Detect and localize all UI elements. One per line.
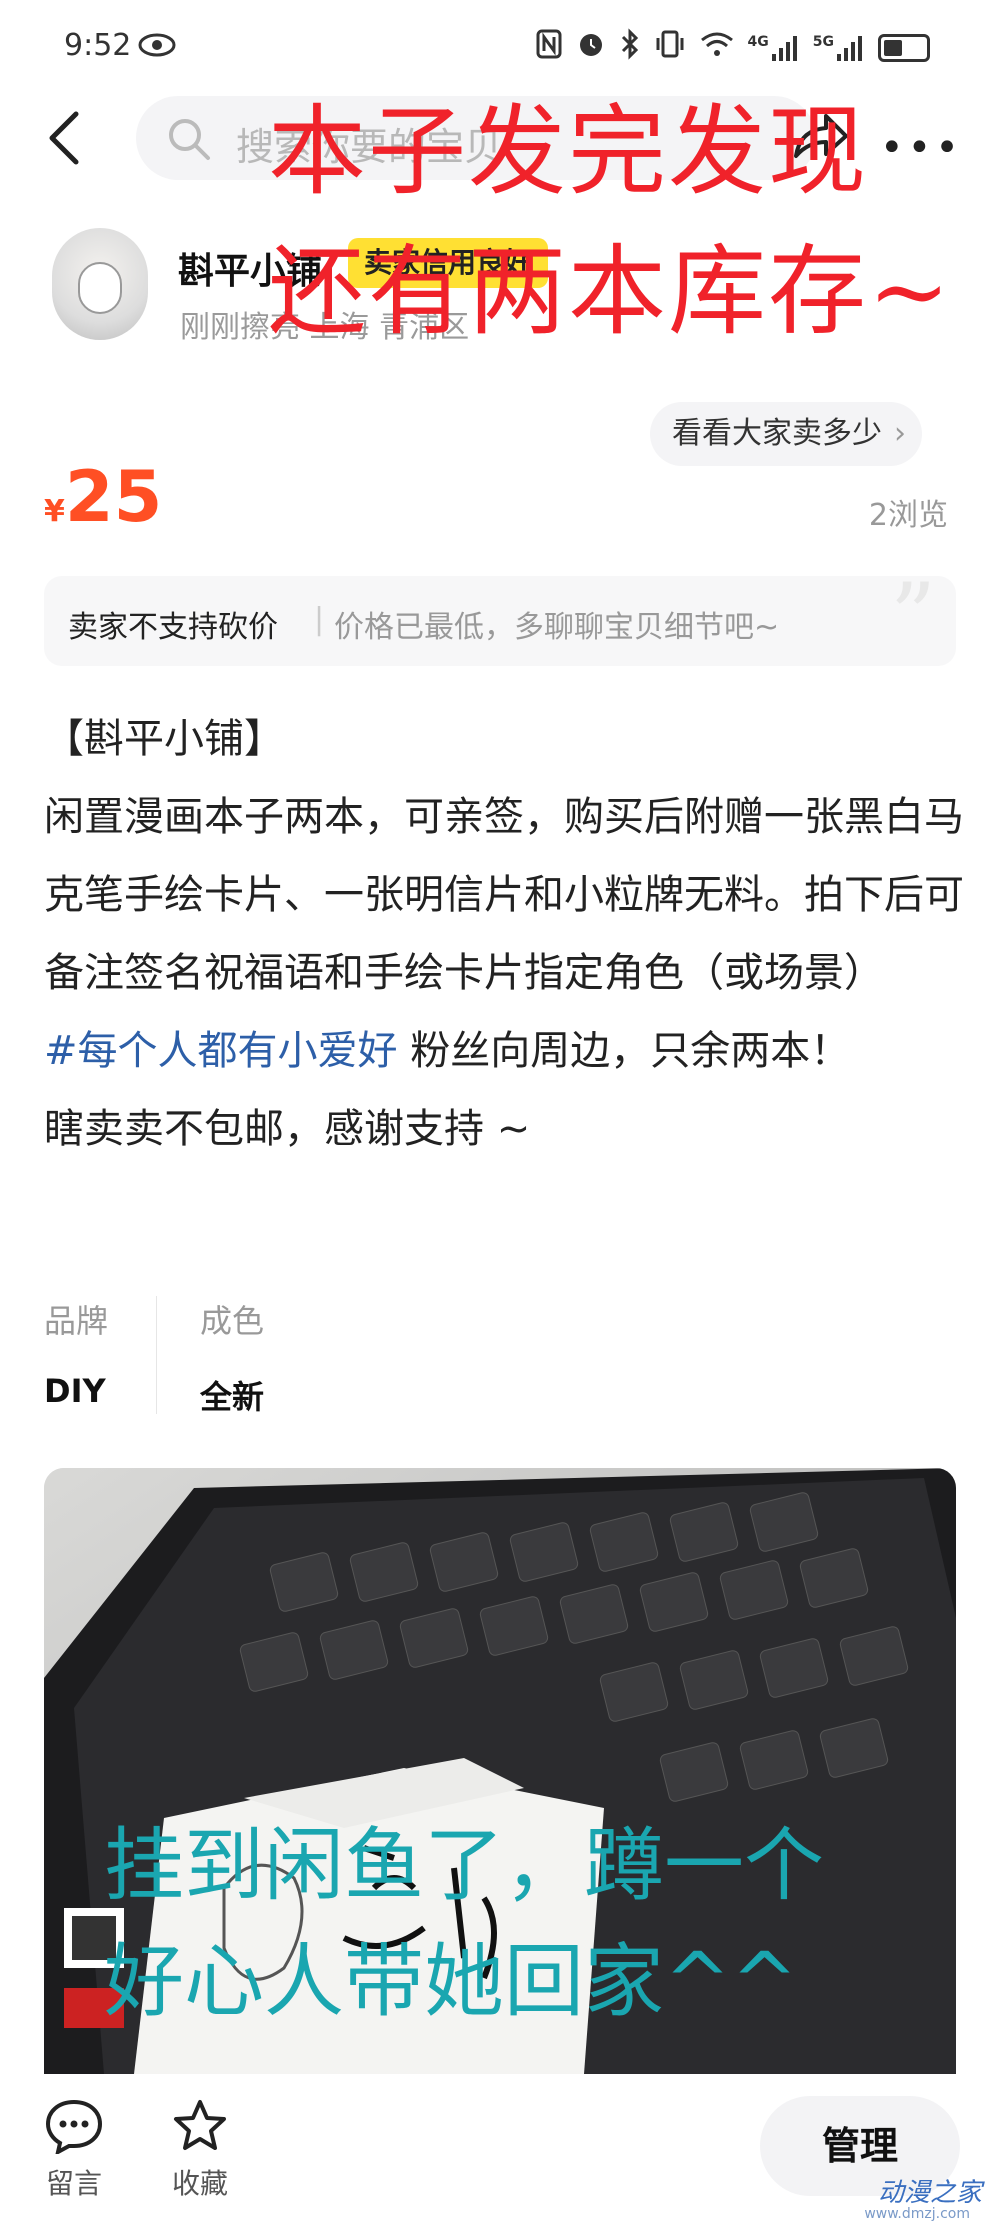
spec-brand-label: 品牌 xyxy=(44,1302,109,1340)
bottom-action-bar: 留言 收藏 管理 动漫之家 www.dmzj.com xyxy=(0,2074,1000,2222)
signal-4g-icon: 4G xyxy=(748,34,799,62)
description-title: 【斟平小铺】 xyxy=(44,716,284,762)
bargain-notice: 卖家不支持砍价 | 价格已最低，多聊聊宝贝细节吧~ ” xyxy=(44,564,956,669)
star-icon xyxy=(174,2100,226,2150)
search-input[interactable]: 搜索你要的宝贝 xyxy=(136,96,816,180)
description-body: 闲置漫画本子两本，可亲签，购买后附赠一张黑白马克笔手绘卡片、一张明信片和小粒牌无… xyxy=(44,794,964,996)
spec-condition-value: 全新 xyxy=(200,1378,265,1416)
description-tail2: 瞎卖卖不包邮，感谢支持 ~ xyxy=(44,1106,531,1152)
favorite-label: 收藏 xyxy=(171,2167,228,2200)
more-options-icon[interactable]: ••• xyxy=(880,125,963,171)
comment-label: 留言 xyxy=(45,2167,102,2200)
battery-icon xyxy=(878,33,930,62)
spec-brand: 品牌 DIY xyxy=(44,1296,184,1410)
network-label-5g: 5G xyxy=(812,33,834,50)
status-time: 9:52 xyxy=(64,28,132,63)
bargain-sub-text: 价格已最低，多聊聊宝贝细节吧~ xyxy=(334,610,780,645)
back-arrow-icon xyxy=(49,111,79,165)
status-icons: 4G 5G xyxy=(536,28,930,67)
vibrate-icon xyxy=(654,29,686,66)
watermark-logo: 动漫之家 xyxy=(877,2178,982,2208)
photo-illustration xyxy=(44,1468,956,2074)
favorite-button[interactable]: 收藏 xyxy=(160,2098,240,2202)
price-symbol: ¥ xyxy=(44,494,65,529)
network-label-4g: 4G xyxy=(747,33,769,50)
bargain-main-text: 卖家不支持砍价 xyxy=(68,610,278,645)
comment-button[interactable]: 留言 xyxy=(34,2098,114,2202)
hashtag-link[interactable]: #每个人都有小爱好 xyxy=(44,1028,398,1074)
search-placeholder: 搜索你要的宝贝 xyxy=(236,125,503,169)
eye-icon xyxy=(138,32,176,62)
item-description: 【斟平小铺】 闲置漫画本子两本，可亲签，购买后附赠一张黑白马克笔手绘卡片、一张明… xyxy=(44,700,964,1168)
avatar-illustration xyxy=(78,262,122,314)
search-icon xyxy=(166,116,212,166)
chevron-right-icon: › xyxy=(894,416,906,451)
nfc-icon xyxy=(536,29,562,66)
share-icon[interactable] xyxy=(790,112,850,166)
compare-prices-button[interactable]: 看看大家卖多少 › xyxy=(650,402,922,466)
spec-condition: 成色 全新 xyxy=(200,1296,340,1418)
seller-name[interactable]: 斟平小铺 xyxy=(178,242,322,294)
watermark-url: www.dmzj.com xyxy=(864,2206,970,2222)
view-count: 2浏览 xyxy=(868,498,948,533)
comment-icon xyxy=(45,2099,103,2156)
price-value: 25 xyxy=(64,456,163,538)
price: ¥25 xyxy=(44,456,162,538)
product-photo[interactable] xyxy=(44,1468,956,2074)
alarm-icon xyxy=(576,29,606,66)
avatar[interactable] xyxy=(52,228,148,340)
spec-brand-value: DIY xyxy=(44,1372,106,1410)
spec-divider xyxy=(156,1296,157,1414)
description-tail1: 粉丝向周边，只余两本！ xyxy=(397,1028,851,1074)
compare-prices-label: 看看大家卖多少 xyxy=(672,416,882,451)
bargain-divider: | xyxy=(314,602,325,637)
signal-5g-icon: 5G xyxy=(813,34,864,62)
description-tags-line: #每个人都有小爱好 粉丝向周边，只余两本！ xyxy=(44,1012,964,1090)
quote-icon: ” xyxy=(889,564,936,669)
credit-badge: 卖家信用良好 xyxy=(348,238,549,288)
bluetooth-icon xyxy=(620,28,640,67)
status-bar: 9:52 4G 5G xyxy=(0,0,1000,90)
seller-meta: 刚刚擦亮 上海 青浦区 xyxy=(180,310,470,345)
wifi-icon xyxy=(700,30,734,65)
back-button[interactable] xyxy=(44,108,96,168)
spec-condition-label: 成色 xyxy=(200,1302,265,1340)
